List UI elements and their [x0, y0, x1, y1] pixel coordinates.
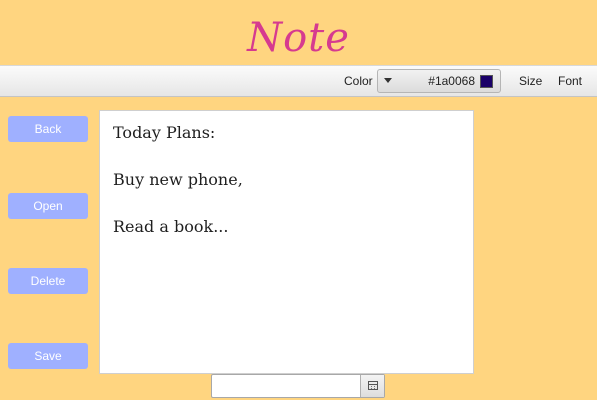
app-title: Note [247, 15, 350, 61]
note-line: Buy new phone, [113, 170, 243, 189]
delete-button[interactable]: Delete [8, 268, 88, 294]
toolbar: Color #1a0068 Size Font [0, 65, 597, 97]
date-picker-button[interactable] [360, 375, 384, 397]
save-button[interactable]: Save [8, 343, 88, 369]
note-line: Today Plans: [113, 123, 216, 142]
color-swatch [480, 75, 493, 88]
note-app-window: Note Color #1a0068 Size Font Back Open D… [0, 0, 597, 400]
color-picker-value: #1a0068 [428, 74, 475, 88]
chevron-down-icon [384, 78, 392, 83]
open-button[interactable]: Open [8, 193, 88, 219]
font-menu[interactable]: Font [558, 74, 582, 88]
calendar-icon [368, 381, 378, 390]
color-picker[interactable]: #1a0068 [377, 69, 501, 93]
size-menu[interactable]: Size [519, 74, 542, 88]
color-label: Color [344, 74, 373, 88]
note-line: Read a book... [113, 217, 229, 236]
back-button[interactable]: Back [8, 116, 88, 142]
date-picker-field[interactable] [211, 374, 385, 398]
note-editor[interactable]: Today Plans: Buy new phone, Read a book.… [99, 110, 474, 374]
